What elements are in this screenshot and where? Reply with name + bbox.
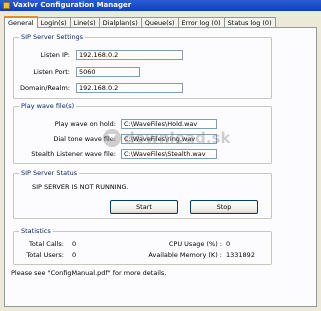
cpu-usage-value: 0 [226,240,231,248]
app-icon [3,2,10,9]
total-calls-label: Total Calls: [29,240,64,248]
listen-port-field[interactable]: 5060 [76,67,140,77]
server-status-message: SIP SERVER IS NOT RUNNING. [32,183,129,191]
dial-tone-wave-label: Dial tone wave file: [53,135,116,143]
sip-settings-title: SIP Server Settings [19,33,86,41]
tab-general[interactable]: General [4,16,38,28]
wave-files-group: Play wave file(s) Play wave on hold: C:\… [13,102,272,164]
statistics-group: Statistics Total Calls: 0 Total Users: 0… [13,227,272,265]
server-status-group: SIP Server Status SIP SERVER IS NOT RUNN… [13,169,272,219]
stealth-wave-field[interactable]: C:\WaveFiles\Stealth.wav [121,149,217,159]
hold-wave-field[interactable]: C:\WaveFiles\Hold.wav [121,119,217,129]
dial-tone-wave-field[interactable]: C:\WaveFiles\ring.wav [121,134,217,144]
listen-ip-label: Listen IP: [40,51,70,59]
listen-ip-field[interactable]: 192.168.0.2 [76,50,183,60]
statistics-title: Statistics [19,227,53,235]
available-memory-value: 1331892 [226,251,255,259]
general-tab-panel: SIP Server Settings Listen IP: 192.168.0… [4,27,317,307]
domain-realm-label: Domain/Realm: [20,84,70,92]
stop-button[interactable]: Stop [190,200,258,214]
total-users-label: Total Users: [26,251,64,259]
stealth-wave-label: Stealth Listener wave file: [31,150,116,158]
start-button[interactable]: Start [110,200,178,214]
cpu-usage-label: CPU Usage (%) : [168,240,222,248]
sip-settings-group: SIP Server Settings Listen IP: 192.168.0… [13,33,272,99]
server-status-title: SIP Server Status [19,169,80,177]
window-title: VaxIvr Configuration Manager [13,1,132,9]
hold-wave-label: Play wave on hold: [54,120,116,128]
domain-realm-field[interactable]: 192.168.0.2 [76,83,183,93]
wave-files-title: Play wave file(s) [19,102,77,110]
total-users-value: 0 [72,251,77,259]
footer-note: Please see "ConfigManual.pdf" for more d… [11,269,167,277]
total-calls-value: 0 [72,240,77,248]
listen-port-label: Listen Port: [33,68,70,76]
available-memory-label: Available Memory (K) : [148,251,222,259]
window-title-bar[interactable]: VaxIvr Configuration Manager [0,0,321,11]
